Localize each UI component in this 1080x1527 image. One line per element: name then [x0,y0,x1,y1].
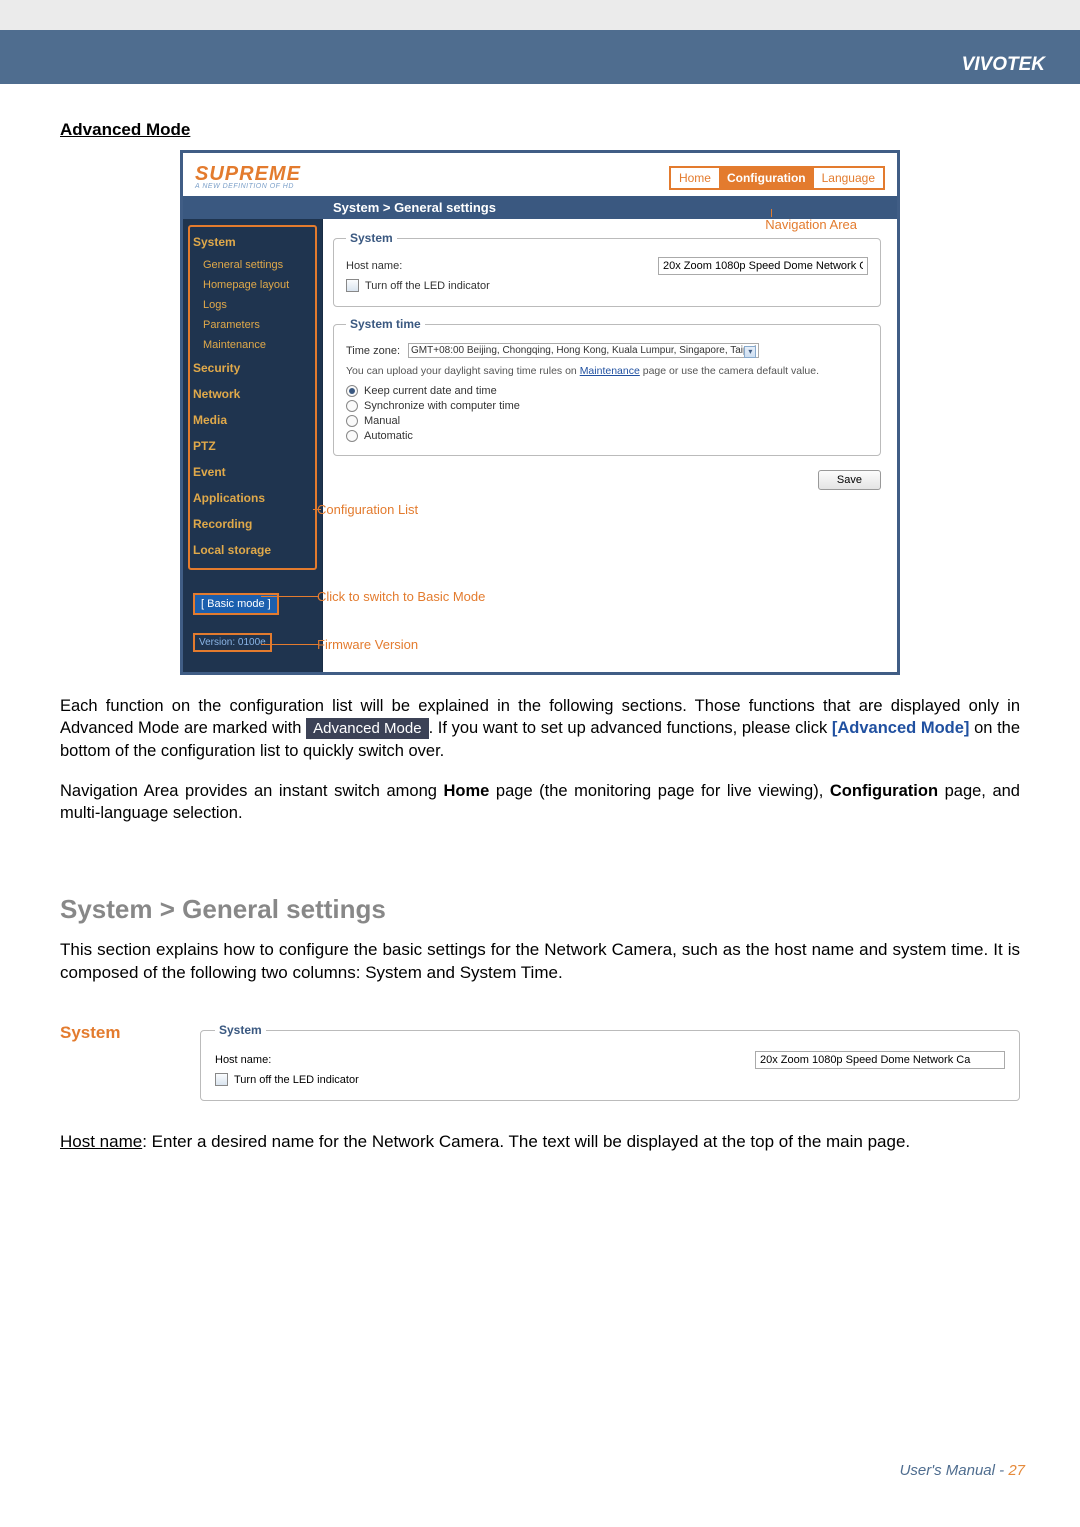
system-legend: System [346,231,397,245]
system-time-legend: System time [346,317,425,331]
sidebar-sub-homepage[interactable]: Homepage layout [183,275,322,295]
system-snippet: System Host name: Turn off the LED indic… [200,1023,1020,1101]
led-checkbox[interactable] [346,279,359,292]
annotation-nav-area: Navigation Area [765,217,857,232]
paragraph-1: Each function on the configuration list … [60,695,1020,762]
snippet-legend: System [215,1023,266,1037]
sidebar-sub-logs[interactable]: Logs [183,295,322,315]
paragraph-3: This section explains how to configure t… [60,939,1020,985]
sidebar-item-network[interactable]: Network [183,381,322,407]
annotation-config-list: Configuration List [317,502,418,517]
sidebar-item-ptz[interactable]: PTZ [183,433,322,459]
breadcrumb: System > General settings [183,196,897,219]
radio-auto[interactable] [346,430,358,442]
host-name-input[interactable] [658,257,868,275]
logo: SUPREME A NEW DEFINITION OF HD [195,163,301,190]
timezone-label: Time zone: [346,345,400,357]
snippet-host-label: Host name: [215,1054,271,1066]
radio-auto-label: Automatic [364,430,413,442]
firmware-version: Version: 0100e [193,633,272,652]
snippet-led-label: Turn off the LED indicator [234,1074,359,1086]
sidebar-sub-maintenance[interactable]: Maintenance [183,335,322,355]
maintenance-link[interactable]: Maintenance [580,365,640,377]
annotation-line [771,209,772,217]
main-panel: Navigation Area System Host name: Turn o… [323,219,897,672]
divider [0,82,1080,84]
sidebar-item-system[interactable]: System [183,229,322,255]
snippet-host-input[interactable] [755,1051,1005,1069]
footer: User's Manual - 27 [900,1462,1025,1479]
sidebar-item-event[interactable]: Event [183,459,322,485]
sidebar: System General settings Homepage layout … [183,219,323,672]
heading-system-general: System > General settings [60,894,1020,925]
top-bar [0,0,1080,30]
sidebar-item-security[interactable]: Security [183,355,322,381]
radio-manual[interactable] [346,415,358,427]
radio-sync-label: Synchronize with computer time [364,400,520,412]
host-name-label: Host name: [346,260,402,272]
annotation-line-2 [313,509,321,510]
dst-note: You can upload your daylight saving time… [346,364,868,379]
snippet-led-checkbox[interactable] [215,1073,228,1086]
sidebar-item-recording[interactable]: Recording [183,511,322,537]
sidebar-sub-general[interactable]: General settings [183,255,322,275]
system-time-fieldset: System time Time zone: GMT+08:00 Beijing… [333,317,881,456]
nav-links: Home Configuration Language [669,166,885,190]
paragraph-2: Navigation Area provides an instant swit… [60,780,1020,825]
section-title: Advanced Mode [60,120,1020,140]
paragraph-4: Host name: Enter a desired name for the … [60,1131,1020,1154]
brand-bar [0,30,1080,82]
logo-text: SUPREME [195,163,301,185]
annotation-basic-mode: Click to switch to Basic Mode [317,589,485,604]
save-button[interactable]: Save [818,470,881,490]
timezone-select[interactable]: GMT+08:00 Beijing, Chongqing, Hong Kong,… [408,343,759,358]
sidebar-item-applications[interactable]: Applications [183,485,322,511]
radio-keep[interactable] [346,385,358,397]
system-fieldset: System Host name: Turn off the LED indic… [333,231,881,307]
sidebar-sub-parameters[interactable]: Parameters [183,315,322,335]
advanced-mode-badge: Advanced Mode [306,718,428,739]
logo-tagline: A NEW DEFINITION OF HD [195,183,301,190]
chevron-down-icon: ▾ [744,346,756,358]
annotation-line-4 [261,644,319,645]
annotation-line-3 [261,596,319,597]
brand-name: VIVOTEK [962,54,1045,76]
nav-home[interactable]: Home [671,168,719,188]
config-screenshot: SUPREME A NEW DEFINITION OF HD Home Conf… [180,150,900,675]
nav-configuration[interactable]: Configuration [719,168,814,188]
nav-language[interactable]: Language [814,168,883,188]
sidebar-item-media[interactable]: Media [183,407,322,433]
led-label: Turn off the LED indicator [365,280,490,292]
radio-keep-label: Keep current date and time [364,385,497,397]
radio-sync[interactable] [346,400,358,412]
sub-heading-system: System [60,1023,200,1043]
annotation-firmware: Firmware Version [317,637,418,652]
sidebar-item-localstorage[interactable]: Local storage [183,537,322,563]
radio-manual-label: Manual [364,415,400,427]
timezone-value: GMT+08:00 Beijing, Chongqing, Hong Kong,… [411,345,756,356]
